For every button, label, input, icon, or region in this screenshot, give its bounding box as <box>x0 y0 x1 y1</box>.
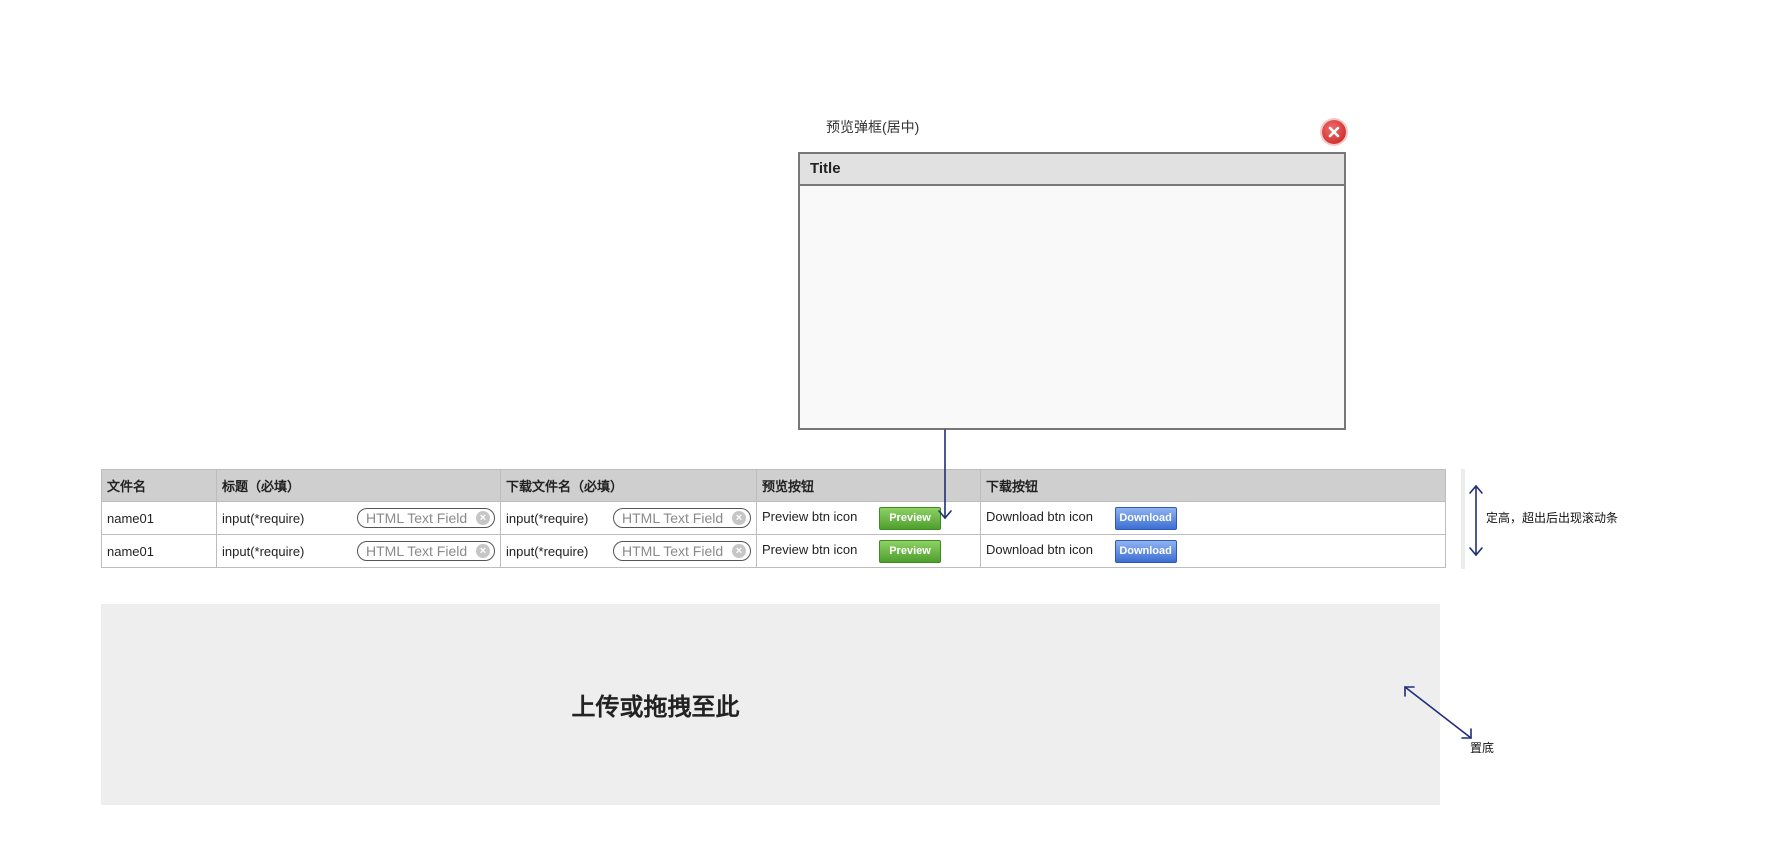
close-circle-icon[interactable] <box>1322 120 1346 144</box>
preview-button[interactable]: Preview <box>879 539 942 563</box>
preview-btn-label: Preview btn icon <box>762 541 858 557</box>
clear-icon[interactable]: × <box>476 544 490 558</box>
download-button[interactable]: Download <box>1114 539 1177 563</box>
table-row: name01 input(*require) HTML Text Field ×… <box>101 501 1446 535</box>
title-text-field[interactable]: HTML Text Field × <box>357 541 495 561</box>
bottom-annotation: 置底 <box>1470 741 1495 755</box>
clear-icon[interactable]: × <box>476 511 490 525</box>
preview-cell: Preview btn icon Preview <box>756 534 981 568</box>
preview-button[interactable]: Preview <box>879 506 942 530</box>
download-name-text-field[interactable]: HTML Text Field × <box>613 508 751 528</box>
height-arrow <box>1469 484 1483 557</box>
download-name-input-label: input(*require) <box>506 543 589 559</box>
scrollbar[interactable] <box>1461 469 1465 569</box>
preview-btn-label: Preview btn icon <box>762 508 858 524</box>
download-name-cell: input(*require) HTML Text Field × <box>500 501 757 535</box>
column-header: 下载按钮 <box>980 469 1446 502</box>
file-name-cell: name01 <box>101 501 217 535</box>
clear-icon[interactable]: × <box>732 511 746 525</box>
clear-icon[interactable]: × <box>732 544 746 558</box>
title-cell: input(*require) HTML Text Field × <box>216 534 501 568</box>
modal-caption: 预览弹框(居中) <box>826 119 920 135</box>
download-name-input-label: input(*require) <box>506 510 589 526</box>
preview-cell: Preview btn icon Preview <box>756 501 981 535</box>
title-input-label: input(*require) <box>222 543 305 559</box>
column-header: 下载文件名（必填） <box>500 469 757 502</box>
modal-title: Title <box>800 154 1344 186</box>
download-name-text-field[interactable]: HTML Text Field × <box>613 541 751 561</box>
column-header: 预览按钮 <box>756 469 981 502</box>
text-field-placeholder: HTML Text Field <box>366 510 468 526</box>
title-input-label: input(*require) <box>222 510 305 526</box>
upload-label: 上传或拖拽至此 <box>571 693 740 721</box>
column-header: 文件名 <box>101 469 217 502</box>
upload-dropzone[interactable]: 上传或拖拽至此 <box>101 604 1440 805</box>
column-header: 标题（必填） <box>216 469 501 502</box>
download-cell: Download btn icon Download <box>980 501 1446 535</box>
preview-modal: Title <box>798 152 1346 430</box>
download-btn-label: Download btn icon <box>986 508 1093 524</box>
download-name-cell: input(*require) HTML Text Field × <box>500 534 757 568</box>
text-field-placeholder: HTML Text Field <box>622 543 724 559</box>
file-name-cell: name01 <box>101 534 217 568</box>
text-field-placeholder: HTML Text Field <box>366 543 468 559</box>
download-cell: Download btn icon Download <box>980 534 1446 568</box>
title-text-field[interactable]: HTML Text Field × <box>357 508 495 528</box>
download-button[interactable]: Download <box>1114 506 1177 530</box>
file-table: 文件名 标题（必填） 下载文件名（必填） 预览按钮 下载按钮 name01 in… <box>101 469 1446 568</box>
scroll-annotation: 定高，超出后出现滚动条 <box>1486 511 1619 525</box>
title-cell: input(*require) HTML Text Field × <box>216 501 501 535</box>
table-header-row: 文件名 标题（必填） 下载文件名（必填） 预览按钮 下载按钮 <box>101 469 1446 502</box>
table-row: name01 input(*require) HTML Text Field ×… <box>101 534 1446 568</box>
text-field-placeholder: HTML Text Field <box>622 510 724 526</box>
download-btn-label: Download btn icon <box>986 541 1093 557</box>
